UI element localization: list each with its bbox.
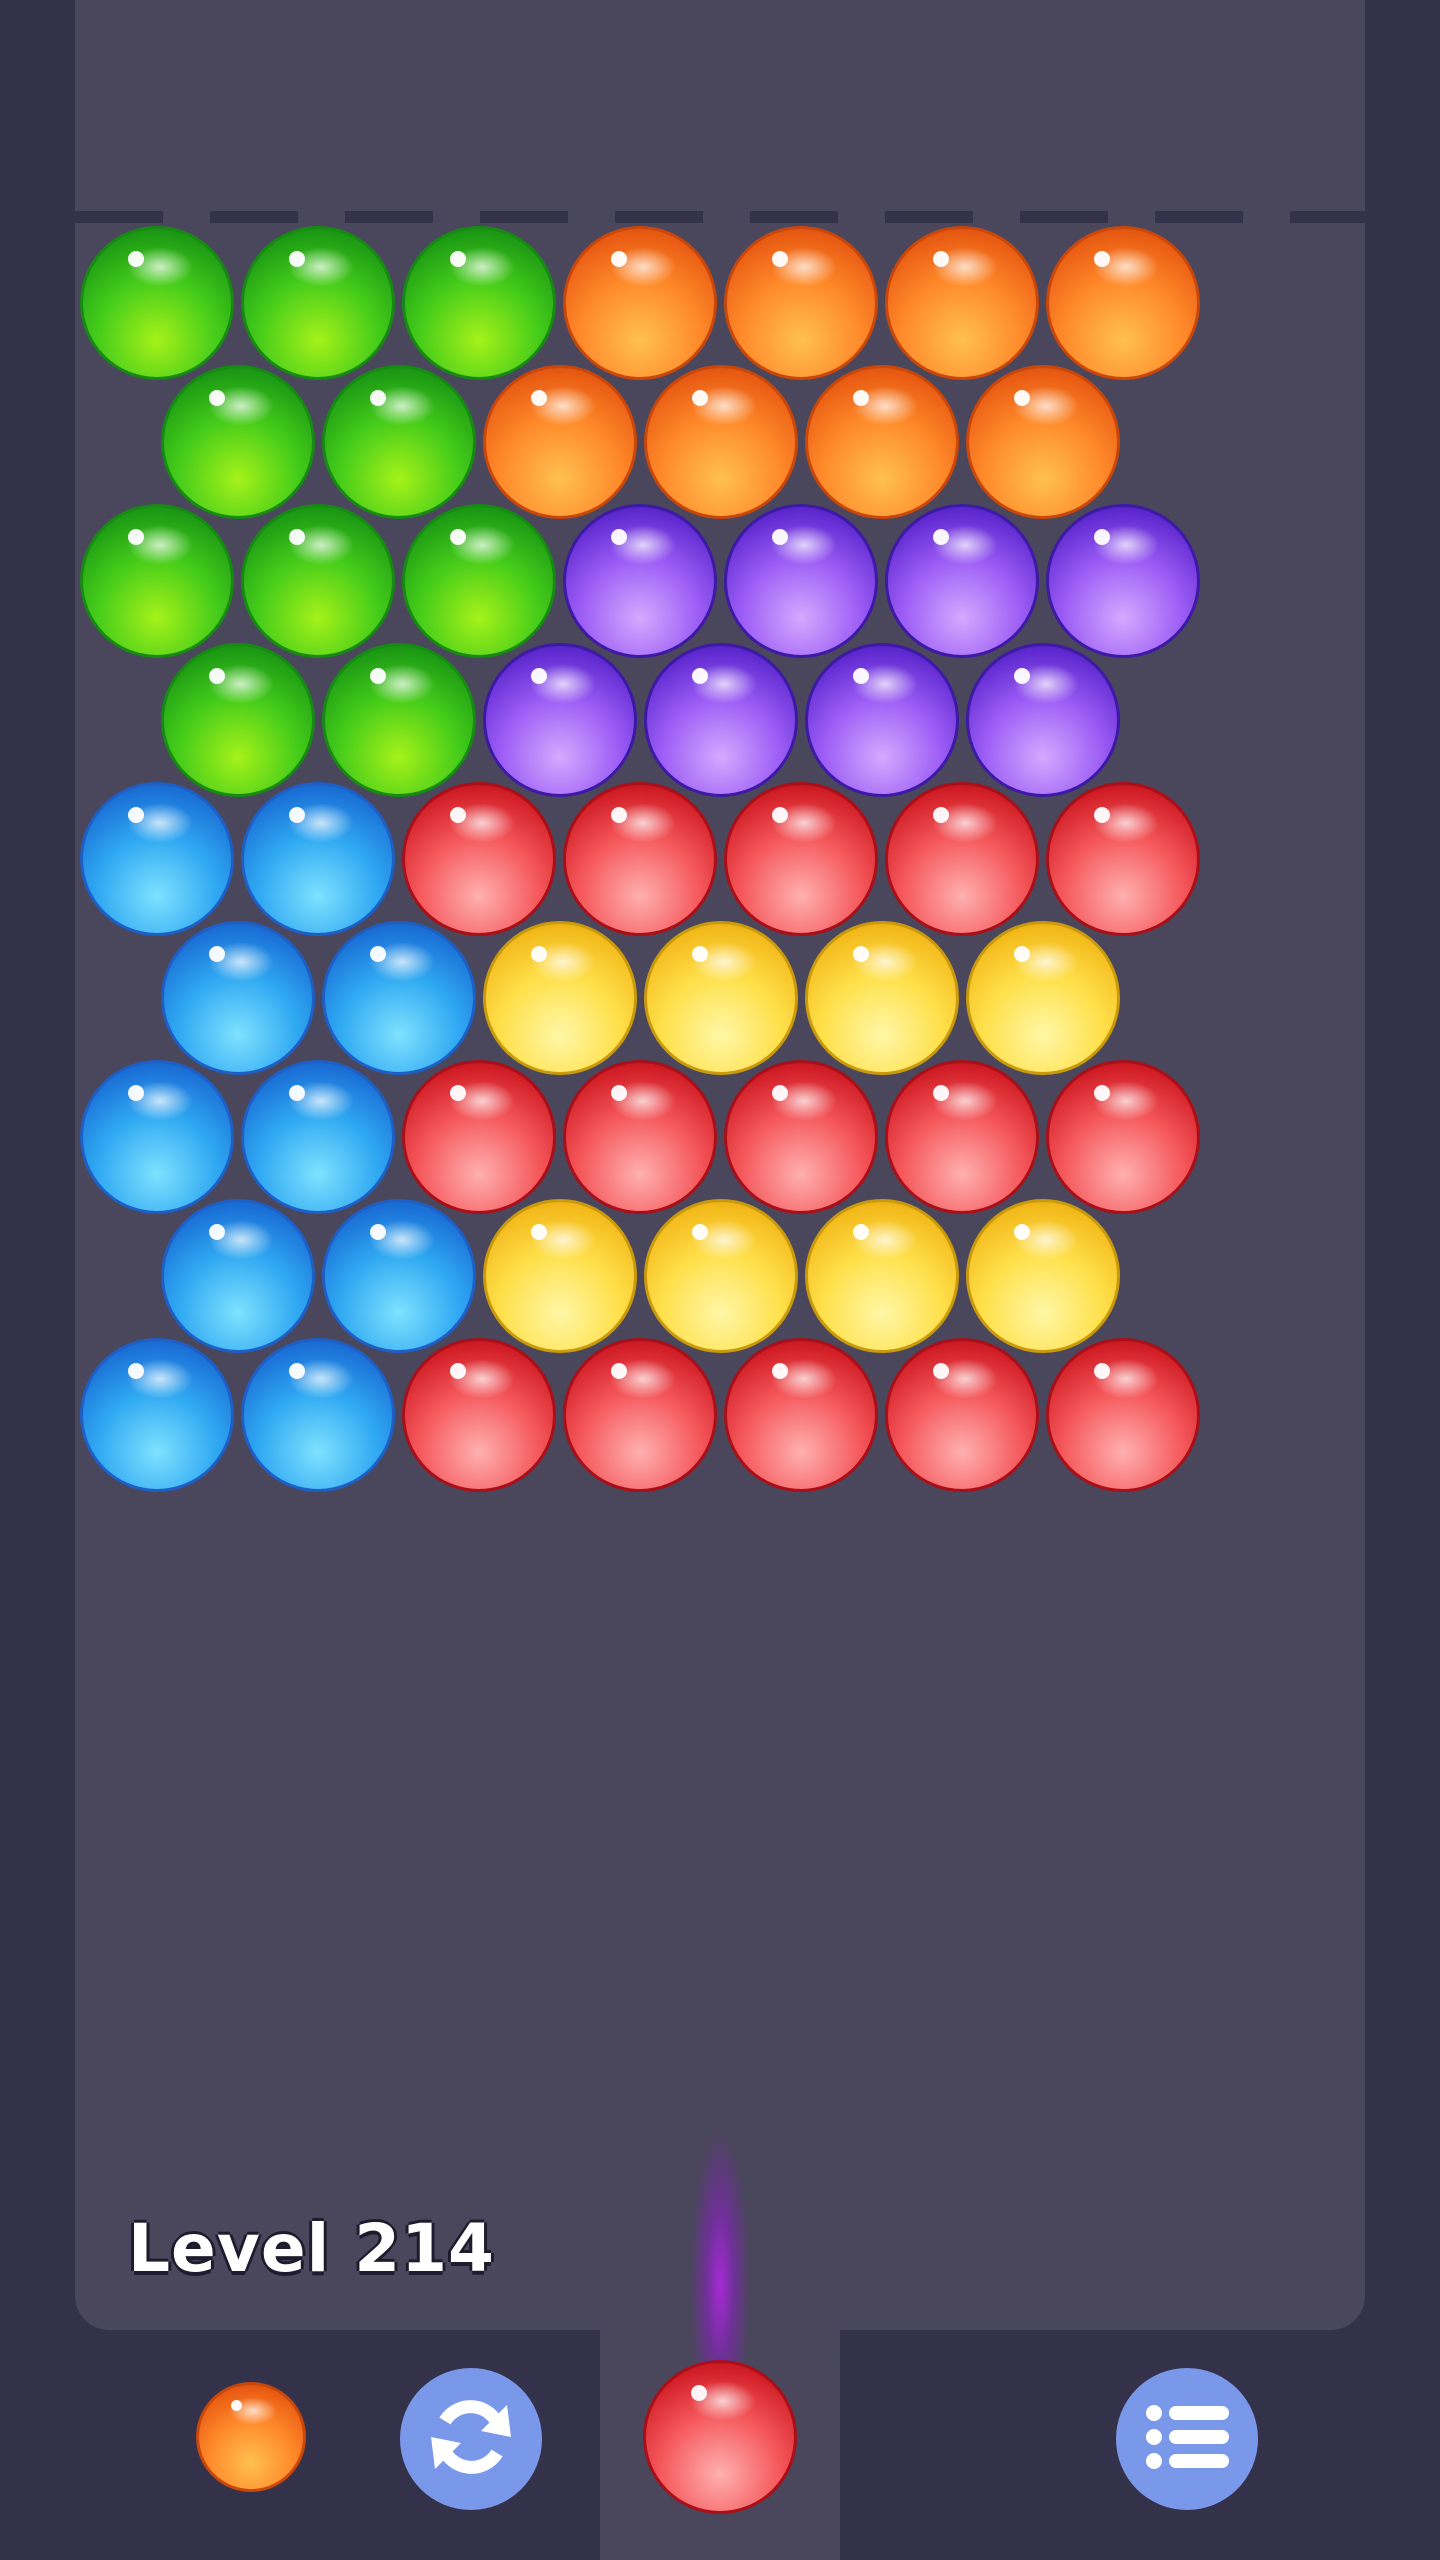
yellow-bubble	[804, 1199, 959, 1353]
orange-bubble	[724, 226, 878, 380]
yellow-bubble	[643, 1199, 798, 1353]
green-bubble	[321, 365, 476, 519]
red-bubble	[563, 782, 717, 936]
green-bubble	[321, 643, 476, 797]
orange-bubble	[643, 365, 798, 519]
blue-bubble	[241, 1338, 395, 1492]
blue-bubble	[80, 782, 234, 936]
purple-bubble	[1046, 504, 1200, 658]
yellow-bubble	[482, 921, 637, 1075]
red-bubble	[563, 1338, 717, 1492]
blue-bubble	[80, 1338, 234, 1492]
orange-bubble	[885, 226, 1039, 380]
red-bubble	[1046, 782, 1200, 936]
next-bubble[interactable]	[196, 2382, 306, 2492]
blue-bubble	[160, 1199, 315, 1353]
menu-button[interactable]	[1116, 2368, 1258, 2510]
green-bubble	[241, 226, 395, 380]
purple-bubble	[724, 504, 878, 658]
red-bubble	[885, 1338, 1039, 1492]
green-bubble	[402, 226, 556, 380]
blue-bubble	[80, 1060, 234, 1214]
level-label: Level 214	[128, 2210, 495, 2287]
green-bubble	[402, 504, 556, 658]
green-bubble	[80, 504, 234, 658]
red-bubble	[724, 1338, 878, 1492]
green-bubble	[80, 226, 234, 380]
green-bubble	[160, 365, 315, 519]
red-bubble	[724, 1060, 878, 1214]
swap-arrows-icon	[421, 2387, 521, 2491]
purple-bubble	[804, 643, 959, 797]
orange-bubble	[965, 365, 1120, 519]
blue-bubble	[321, 1199, 476, 1353]
red-bubble	[402, 782, 556, 936]
aim-glow	[680, 2000, 760, 2380]
green-bubble	[160, 643, 315, 797]
blue-bubble	[321, 921, 476, 1075]
orange-bubble	[482, 365, 637, 519]
red-bubble	[402, 1338, 556, 1492]
red-bubble	[1046, 1338, 1200, 1492]
purple-bubble	[643, 643, 798, 797]
swap-button[interactable]	[400, 2368, 542, 2510]
red-bubble	[885, 1060, 1039, 1214]
blue-bubble	[241, 782, 395, 936]
shooter-bubble[interactable]	[643, 2360, 797, 2514]
red-bubble	[885, 782, 1039, 936]
orange-bubble	[804, 365, 959, 519]
yellow-bubble	[482, 1199, 637, 1353]
yellow-bubble	[643, 921, 798, 1075]
blue-bubble	[160, 921, 315, 1075]
purple-bubble	[563, 504, 717, 658]
yellow-bubble	[965, 921, 1120, 1075]
orange-bubble	[563, 226, 717, 380]
orange-bubble	[1046, 226, 1200, 380]
purple-bubble	[482, 643, 637, 797]
red-bubble	[563, 1060, 717, 1214]
list-menu-icon	[1137, 2387, 1237, 2491]
red-bubble	[724, 782, 878, 936]
purple-bubble	[885, 504, 1039, 658]
red-bubble	[1046, 1060, 1200, 1214]
yellow-bubble	[804, 921, 959, 1075]
purple-bubble	[965, 643, 1120, 797]
blue-bubble	[241, 1060, 395, 1214]
red-bubble	[402, 1060, 556, 1214]
green-bubble	[241, 504, 395, 658]
yellow-bubble	[965, 1199, 1120, 1353]
bubble-grid[interactable]	[0, 0, 1440, 1520]
